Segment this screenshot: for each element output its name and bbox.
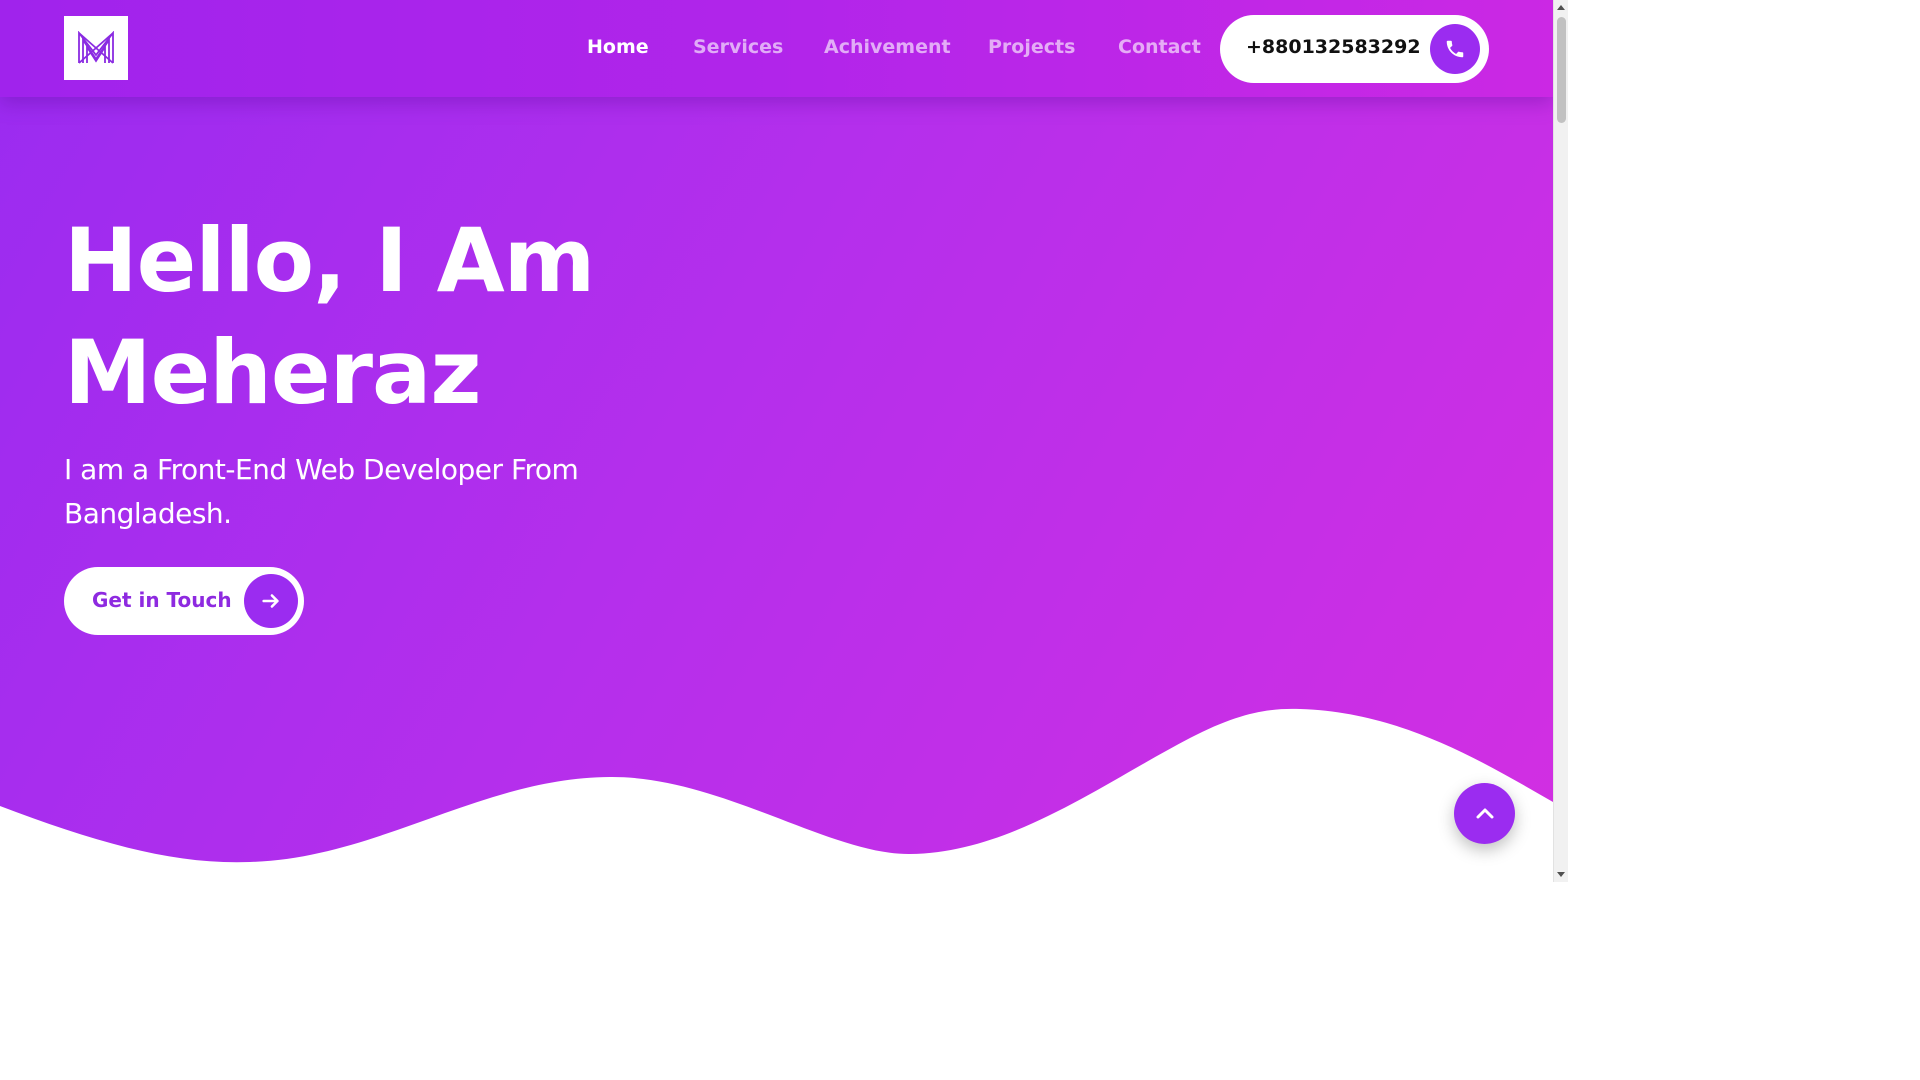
hero-section: Home Services Achivement Projects Contac…	[0, 0, 1553, 882]
get-in-touch-button[interactable]: Get in Touch	[64, 567, 304, 635]
hero-title: Hello, I Am Meheraz	[64, 205, 764, 429]
nav-link-projects[interactable]: Projects	[988, 36, 1075, 58]
chevron-up-icon	[1476, 808, 1493, 818]
monogram-m-logo-icon	[78, 31, 114, 64]
navbar: Home Services Achivement Projects Contac…	[0, 0, 1553, 97]
phone-button[interactable]: +880132583292	[1220, 15, 1489, 83]
arrow-circle	[244, 574, 298, 628]
nav-link-achivement[interactable]: Achivement	[824, 36, 951, 58]
phone-icon-circle[interactable]	[1430, 24, 1480, 74]
site-logo[interactable]	[64, 16, 128, 80]
scroll-up-arrow-icon[interactable]	[1557, 5, 1565, 10]
hero-wave-divider	[0, 708, 1553, 882]
scroll-to-top-button[interactable]	[1454, 783, 1515, 844]
phone-number: +880132583292	[1246, 36, 1421, 58]
nav-link-contact[interactable]: Contact	[1118, 36, 1201, 58]
phone-icon	[1446, 40, 1464, 58]
arrow-right-icon	[262, 594, 279, 608]
page-scrollbar[interactable]	[1553, 0, 1568, 882]
hero-subtitle: I am a Front-End Web Developer From Bang…	[64, 453, 579, 530]
get-in-touch-label: Get in Touch	[92, 588, 232, 612]
scrollbar-thumb[interactable]	[1557, 17, 1566, 123]
hero-title-line1: Hello, I Am	[64, 209, 595, 312]
nav-link-home[interactable]: Home	[587, 36, 649, 58]
hero-title-line2: Meheraz	[64, 321, 482, 424]
scroll-down-arrow-icon[interactable]	[1557, 872, 1565, 877]
nav-link-services[interactable]: Services	[693, 36, 783, 58]
